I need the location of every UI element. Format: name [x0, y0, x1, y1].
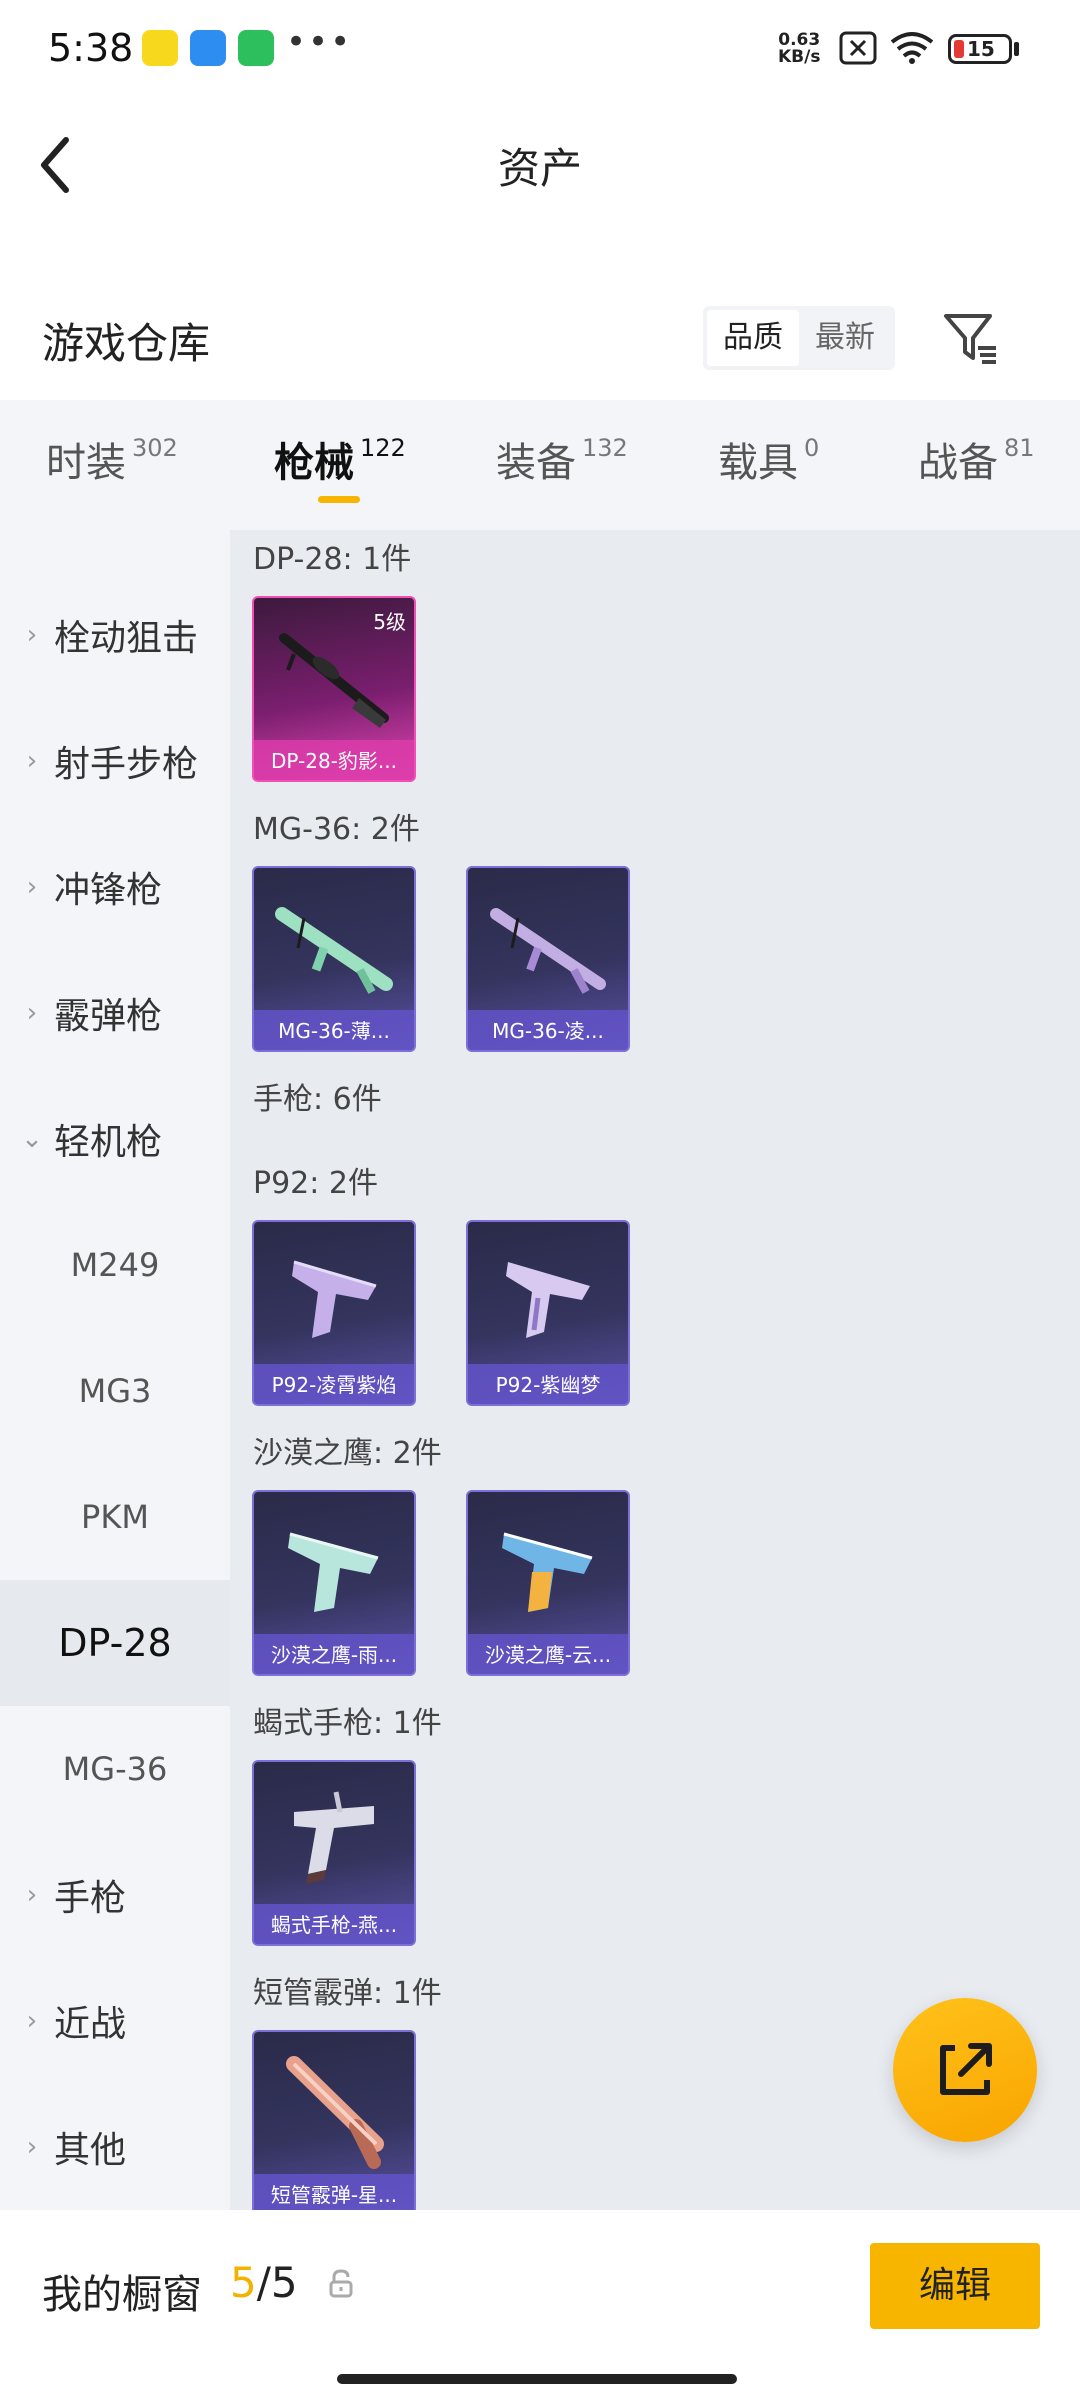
pistol-skin-icon [288, 1532, 379, 1612]
status-bar: 5:38 ••• 0.63 KB/s 15 [0, 0, 1080, 100]
group-label: MG-36: 2件 [253, 812, 420, 847]
sidebar-item-pistol[interactable]: › 手枪 [0, 1832, 230, 1958]
chevron-right-icon: › [26, 620, 38, 650]
home-indicator[interactable] [337, 2374, 737, 2384]
warehouse-title: 游戏仓库 [42, 319, 211, 368]
sidebar-item-lmg[interactable]: ⌄ 轻机枪 [0, 1076, 230, 1202]
sidebar-item-shotgun[interactable]: › 霰弹枪 [0, 950, 230, 1076]
sidebar-subitem-m249[interactable]: M249 [0, 1202, 230, 1328]
item-card-label: MG-36-薄... [278, 1019, 390, 1043]
group-label: 沙漠之鹰: 2件 [253, 1436, 442, 1471]
category-sidebar: › 栓动狙击 › 射手步枪 › 冲锋枪 › 霰弹枪 ⌄ 轻机枪 M249 MG3 PKM … [0, 530, 230, 2210]
tab-supplies[interactable]: 战备 81 [918, 430, 1035, 488]
showcase-label: 我的橱窗 [42, 2272, 202, 2318]
pistol-skin-icon [506, 1262, 590, 1338]
chevron-right-icon: › [26, 2132, 38, 2162]
wifi-icon [890, 32, 934, 64]
edit-button[interactable]: 编辑 [870, 2243, 1040, 2329]
group-label: 蝎式手枪: 1件 [253, 1706, 442, 1741]
tab-equipment[interactable]: 装备 132 [496, 430, 628, 488]
item-card-label: 短管霰弹-星... [270, 2183, 398, 2207]
group-label: DP-28: 1件 [253, 542, 412, 577]
share-button[interactable] [893, 1998, 1037, 2142]
sidebar-item-melee[interactable]: › 近战 [0, 1958, 230, 2084]
lock-icon [329, 2269, 353, 2298]
sidebar-subitem-mg36[interactable]: MG-36 [0, 1706, 230, 1832]
status-time: 5:38 [48, 26, 134, 70]
item-card[interactable]: 沙漠之鹰-云... [466, 1490, 630, 1676]
filter-icon[interactable] [938, 306, 1002, 370]
item-card[interactable]: 5级 DP-28-豹影... [252, 596, 416, 782]
app-notification-icon [142, 30, 178, 66]
item-card-label: 蝎式手枪-燕... [270, 1913, 398, 1937]
chevron-right-icon: › [26, 746, 38, 776]
tab-firearms[interactable]: 枪械 122 [274, 430, 406, 488]
chevron-right-icon: › [26, 1880, 38, 1910]
app-notification-icon [190, 30, 226, 66]
active-tab-indicator [318, 496, 360, 503]
tab-costume[interactable]: 时装 302 [46, 430, 178, 488]
shotgun-skin-icon [286, 2056, 384, 2169]
item-card[interactable]: MG-36-凌... [466, 866, 630, 1052]
showcase-count: 5/5 [230, 2258, 298, 2307]
item-card-label: P92-凌霄紫焰 [271, 1373, 397, 1397]
lmg-skin-icon [490, 908, 606, 994]
chevron-down-icon: ⌄ [21, 1124, 43, 1154]
pistol-skin-icon [294, 1791, 374, 1884]
sidebar-item-bolt-action[interactable]: › 栓动狙击 [0, 572, 230, 698]
item-card[interactable]: MG-36-薄... [252, 866, 416, 1052]
group-label: 手枪: 6件 [253, 1082, 382, 1117]
net-speed: 0.63 KB/s [778, 30, 821, 67]
sidebar-subitem-mg3[interactable]: MG3 [0, 1328, 230, 1454]
sort-quality-button[interactable]: 品质 [707, 310, 799, 366]
item-card-label: MG-36-凌... [492, 1019, 604, 1043]
item-card[interactable]: 沙漠之鹰-雨... [252, 1490, 416, 1676]
item-card-label: P92-紫幽梦 [495, 1373, 601, 1397]
item-card-label: DP-28-豹影... [271, 749, 397, 773]
sidebar-item-dmr[interactable]: › 射手步枪 [0, 698, 230, 824]
share-icon [940, 2043, 992, 2095]
sort-toggle: 品质 最新 [703, 306, 895, 370]
item-card[interactable]: P92-凌霄紫焰 [252, 1220, 416, 1406]
sort-newest-button[interactable]: 最新 [799, 310, 891, 366]
battery-icon: 15 [948, 34, 1012, 64]
lmg-skin-icon [279, 633, 389, 728]
chevron-right-icon: › [26, 2006, 38, 2036]
app-notification-icon [238, 30, 274, 66]
chevron-right-icon: › [26, 998, 38, 1028]
item-card-label: 沙漠之鹰-云... [484, 1643, 612, 1667]
lmg-skin-icon [275, 907, 393, 994]
tab-vehicles[interactable]: 载具 0 [718, 430, 819, 488]
item-grid: DP-28: 1件 5级 DP-28-豹影... MG-36: 2件 MG-36… [230, 530, 1080, 2210]
sidebar-subitem-dp28[interactable]: DP-28 [0, 1580, 230, 1706]
level-badge: 5级 [373, 610, 406, 634]
sidebar-subitem-pkm[interactable]: PKM [0, 1454, 230, 1580]
sim-off-icon [839, 31, 877, 65]
item-card[interactable]: 蝎式手枪-燕... [252, 1760, 416, 1946]
group-label: P92: 2件 [253, 1166, 378, 1201]
chevron-right-icon: › [26, 872, 38, 902]
item-card-label: 沙漠之鹰-雨... [270, 1643, 398, 1667]
page-title: 资产 [497, 144, 582, 193]
item-card[interactable]: P92-紫幽梦 [466, 1220, 630, 1406]
sidebar-item-smg[interactable]: › 冲锋枪 [0, 824, 230, 950]
item-card[interactable]: 短管霰弹-星... [252, 2030, 416, 2210]
group-label: 短管霰弹: 1件 [253, 1976, 442, 2011]
pistol-skin-icon [502, 1532, 593, 1612]
pistol-skin-icon [292, 1260, 377, 1338]
sidebar-item-other[interactable]: › 其他 [0, 2084, 230, 2210]
more-notifications-icon: ••• [286, 22, 353, 62]
